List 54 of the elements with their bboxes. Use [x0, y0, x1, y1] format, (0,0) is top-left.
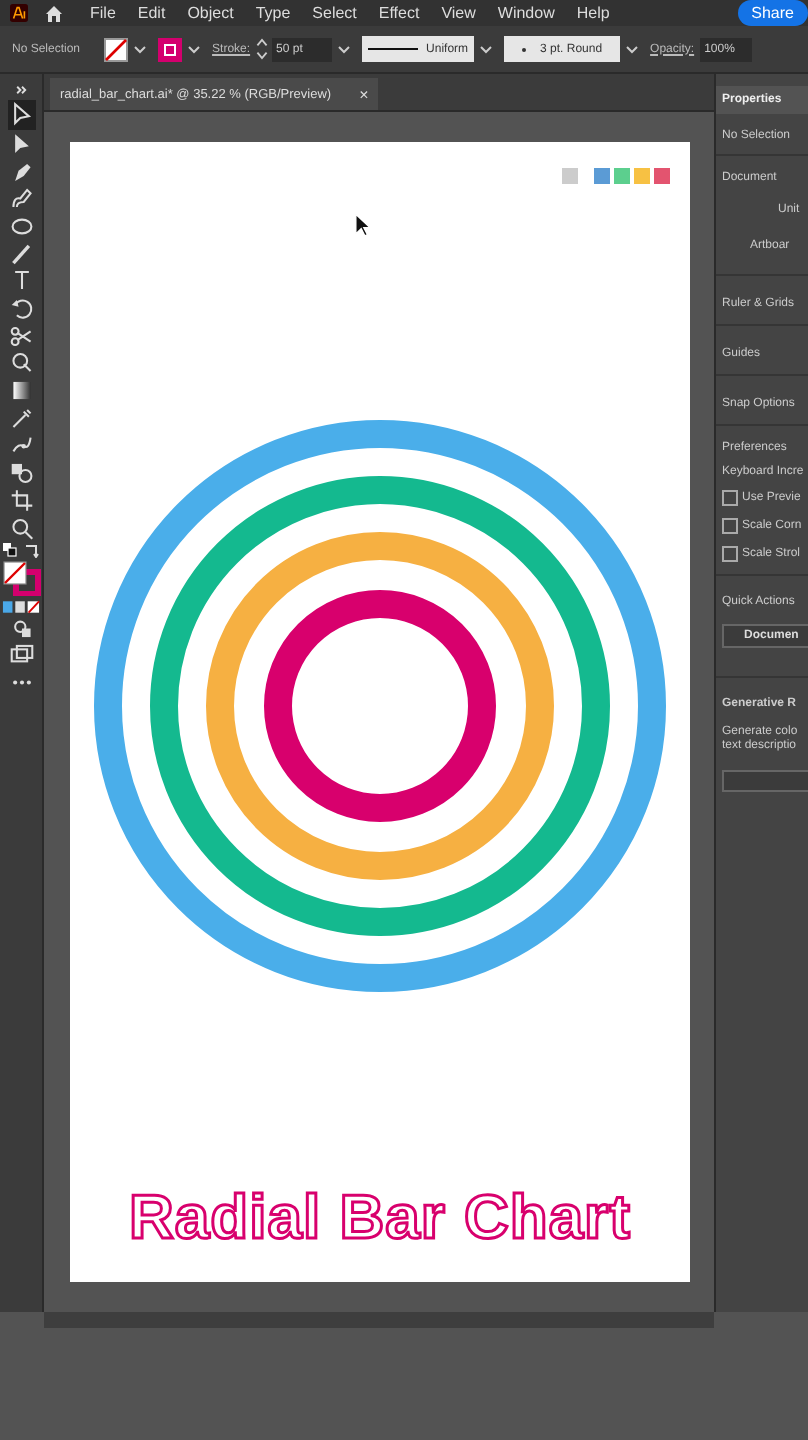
color-swatch[interactable]: [562, 168, 578, 184]
caret-icon[interactable]: [338, 45, 351, 53]
direct-selection-tool-icon[interactable]: [9, 131, 33, 157]
zoom-icon[interactable]: [9, 515, 33, 540]
pen-icon[interactable]: [9, 159, 33, 185]
checkbox[interactable]: [722, 518, 738, 534]
curvature-pen-icon[interactable]: [9, 186, 33, 212]
menu-item[interactable]: Select: [312, 4, 357, 22]
color-swatch[interactable]: [614, 168, 630, 184]
stroke-swatch[interactable]: [158, 37, 183, 61]
artboard-icon[interactable]: [9, 487, 33, 513]
stepper-icon[interactable]: [256, 38, 269, 60]
eyedropper-icon[interactable]: [9, 405, 33, 431]
scissors-icon[interactable]: [9, 323, 33, 349]
color-swatch[interactable]: [654, 168, 670, 184]
caret-icon[interactable]: [626, 45, 639, 53]
collapse-icon[interactable]: [13, 82, 29, 98]
cursor-icon: [354, 212, 372, 238]
screen-mode-icon[interactable]: [9, 642, 33, 668]
menu-item[interactable]: View: [441, 4, 476, 22]
gradient-icon[interactable]: [9, 378, 33, 404]
menu-item[interactable]: File: [90, 4, 116, 22]
caret-icon[interactable]: [188, 45, 201, 53]
caret-icon[interactable]: [134, 45, 147, 53]
text-tool-icon[interactable]: [9, 268, 33, 294]
menu-item[interactable]: Type: [255, 4, 291, 22]
close-button[interactable]: ×: [359, 85, 369, 103]
default-colors-icon[interactable]: [2, 542, 18, 559]
rotate-icon[interactable]: [9, 296, 33, 321]
menu-item[interactable]: Help: [576, 4, 610, 22]
checkbox[interactable]: [722, 546, 738, 562]
caret-icon[interactable]: [480, 45, 493, 53]
selection-tool-icon[interactable]: [7, 100, 35, 130]
brush-icon[interactable]: [9, 241, 33, 267]
swap-arrow-icon[interactable]: [24, 542, 40, 559]
blend-icon[interactable]: [9, 460, 33, 486]
menu-item[interactable]: Object: [187, 4, 234, 22]
menu-item[interactable]: Effect: [378, 4, 420, 22]
fill-stroke-icon[interactable]: [1, 560, 41, 597]
color-swatch[interactable]: [594, 168, 610, 184]
puppet-warp-icon[interactable]: [9, 432, 33, 458]
color-mode-icon[interactable]: [2, 599, 40, 614]
color-swatch[interactable]: [634, 168, 650, 184]
menu-item[interactable]: Window: [497, 4, 555, 22]
ellipse-icon[interactable]: [9, 213, 33, 239]
checkbox[interactable]: [722, 490, 738, 506]
fill-swatch[interactable]: [104, 37, 129, 61]
menu-item[interactable]: Edit: [137, 4, 166, 22]
app-logo-icon[interactable]: [10, 4, 28, 22]
draw-mode-icon[interactable]: [9, 615, 33, 641]
home-icon[interactable]: [44, 3, 64, 23]
prompt-field[interactable]: [722, 770, 808, 793]
share-button[interactable]: Share: [737, 0, 808, 26]
chart-title: Radial Bar Chart: [129, 1182, 631, 1254]
